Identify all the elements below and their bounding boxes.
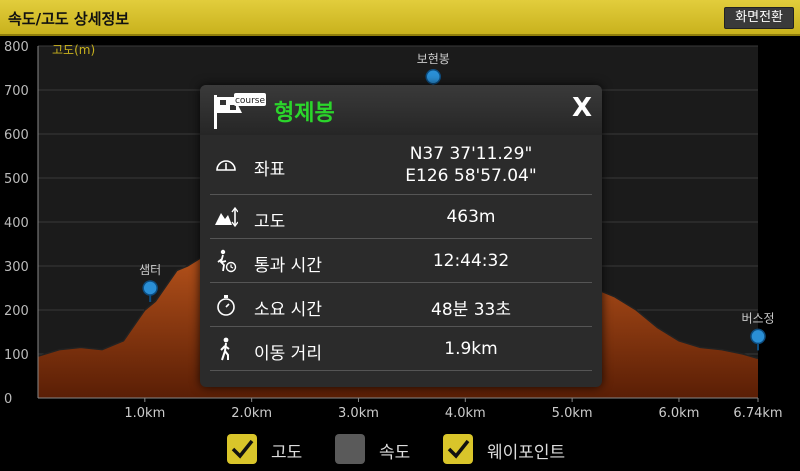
altitude-checkbox-label: 고도 [271, 443, 303, 463]
waypoint-popup: course 형제봉 X 좌표 N37 37'11.29" E126 58'57… [200, 85, 602, 387]
altitude-row: 고도 463m [210, 195, 592, 239]
y-tick-label: 0 [4, 392, 12, 407]
switch-view-button[interactable]: 화면전환 [724, 7, 794, 29]
coordinate-lon: E126 58'57.04" [405, 166, 537, 186]
distance-value: 1.9km [444, 339, 498, 359]
coordinate-label: 좌표 [254, 160, 286, 180]
waypoint-label: 샘터 [139, 263, 161, 277]
hiker-time-icon [217, 249, 237, 273]
distance-label: 이동 거리 [254, 344, 322, 364]
y-tick-label: 700 [4, 84, 29, 99]
waypoint-checkbox[interactable] [443, 434, 473, 464]
checkmark-icon [231, 439, 254, 459]
x-tick-label: 3.0km [338, 406, 379, 421]
speed-checkbox[interactable] [335, 434, 365, 464]
course-flag-icon: course [214, 93, 266, 129]
x-tick-label: 2.0km [231, 406, 272, 421]
y-tick-label: 400 [4, 216, 29, 231]
svg-text:course: course [235, 96, 266, 106]
waypoint-label: 버스정 [741, 311, 774, 325]
y-axis-label: 고도(m) [52, 43, 95, 57]
y-tick-label: 100 [4, 348, 29, 363]
altitude-value: 463m [446, 207, 496, 227]
pass-time-row: 통과 시간 12:44:32 [210, 239, 592, 283]
popup-title: 형제봉 [274, 101, 335, 126]
pass-time-value: 12:44:32 [432, 251, 510, 271]
altitude-checkbox[interactable] [227, 434, 257, 464]
x-tick-label: 6.0km [659, 406, 700, 421]
y-tick-label: 800 [4, 40, 29, 55]
x-tick-label: 6.74km [733, 406, 782, 421]
speed-checkbox-label: 속도 [379, 443, 411, 463]
coordinate-icon [216, 160, 236, 171]
waypoint-marker [142, 280, 158, 296]
title-bar: 속도/고도 상세정보 화면전환 [0, 0, 800, 36]
coordinate-row: 좌표 N37 37'11.29" E126 58'57.04" [210, 137, 592, 195]
elapsed-time-value: 48분 33초 [431, 300, 511, 320]
waypoint-checkbox-label: 웨이포인트 [487, 443, 566, 463]
altitude-label: 고도 [254, 212, 286, 232]
y-tick-label: 300 [4, 260, 29, 275]
coordinate-lat: N37 37'11.29" [409, 144, 533, 164]
distance-row: 이동 거리 1.9km [210, 327, 592, 371]
waypoint-marker [750, 328, 766, 345]
close-button[interactable]: X [572, 93, 592, 123]
x-tick-label: 1.0km [124, 406, 165, 421]
legend-bar: 고도 속도 웨이포인트 [0, 426, 800, 471]
elapsed-time-label: 소요 시간 [254, 300, 322, 320]
waypoint-label: 보현봉 [417, 52, 450, 66]
y-tick-label: 600 [4, 128, 29, 143]
popup-header: course 형제봉 X [200, 85, 602, 135]
altitude-icon [215, 206, 238, 228]
stopwatch-icon [217, 295, 235, 316]
elapsed-time-row: 소요 시간 48분 33초 [210, 283, 592, 327]
y-tick-label: 500 [4, 172, 29, 187]
checkmark-icon [447, 439, 470, 459]
page-title: 속도/고도 상세정보 [8, 10, 130, 28]
x-tick-label: 4.0km [445, 406, 486, 421]
walker-icon [220, 337, 230, 361]
waypoint-marker [425, 69, 442, 85]
y-tick-label: 200 [4, 304, 29, 319]
x-tick-label: 5.0km [552, 406, 593, 421]
popup-body: 좌표 N37 37'11.29" E126 58'57.04" 고도 463m … [200, 135, 602, 375]
pass-time-label: 통과 시간 [254, 256, 322, 276]
